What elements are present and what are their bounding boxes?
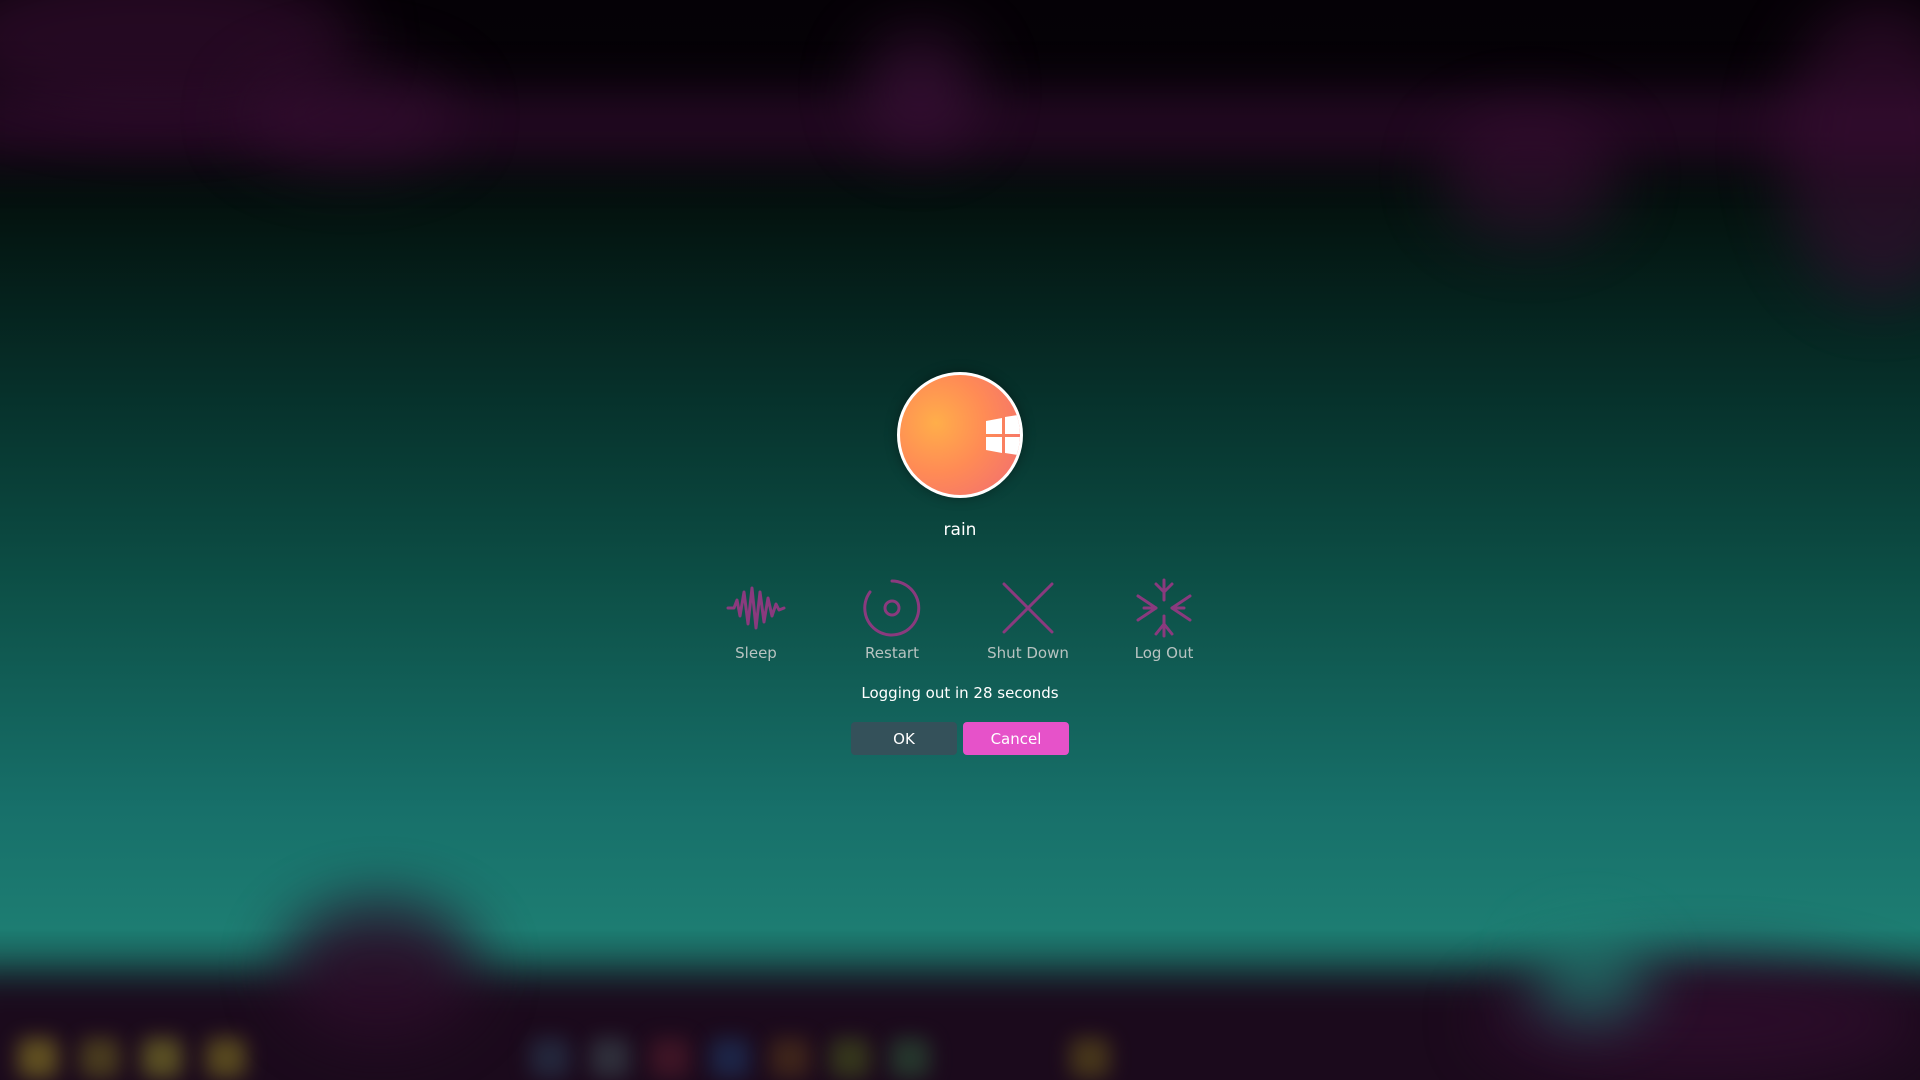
shutdown-label: Shut Down [987, 644, 1069, 662]
logout-dialog: rain Sleep Restart Shut Down Log Out Log… [0, 372, 1920, 755]
username: rain [943, 520, 977, 540]
wallpaper-blob [1440, 110, 1620, 240]
wallpaper-blob [280, 900, 480, 1040]
dock-item-blur [890, 1038, 930, 1078]
dock-item-blur [206, 1038, 246, 1078]
logout-burst-icon [1136, 578, 1192, 638]
dock-item-blur [142, 1038, 182, 1078]
dock-item-blur [18, 1038, 58, 1078]
countdown-status: Logging out in 28 seconds [861, 684, 1059, 702]
restart-icon [863, 579, 921, 637]
sleep-label: Sleep [735, 644, 777, 662]
user-avatar [897, 372, 1023, 498]
dock-item-blur [590, 1038, 630, 1078]
dialog-buttons: OK Cancel [851, 722, 1069, 755]
restart-action[interactable]: Restart [824, 578, 960, 662]
logout-label: Log Out [1134, 644, 1194, 662]
logout-screen: rain Sleep Restart Shut Down Log Out Log… [0, 0, 1920, 1080]
windows-logo-icon [986, 414, 1020, 456]
wallpaper-blob [1780, 0, 1920, 300]
power-actions: Sleep Restart Shut Down Log Out [688, 578, 1232, 662]
wallpaper-blob [860, 30, 980, 150]
logout-action[interactable]: Log Out [1096, 578, 1232, 662]
dock-item-blur [770, 1038, 810, 1078]
dock-item-blur [80, 1038, 120, 1078]
cancel-button[interactable]: Cancel [963, 722, 1069, 755]
dock-item-blur [1070, 1038, 1110, 1078]
dock-item-blur [650, 1038, 690, 1078]
sleep-wave-icon [726, 586, 786, 630]
dock-item-blur [530, 1038, 570, 1078]
sleep-action[interactable]: Sleep [688, 578, 824, 662]
shutdown-x-icon [1002, 582, 1054, 634]
dock-item-blur [710, 1038, 750, 1078]
restart-label: Restart [865, 644, 919, 662]
dock-item-blur [830, 1038, 870, 1078]
wallpaper-blob [240, 60, 460, 170]
ok-button[interactable]: OK [851, 722, 957, 755]
shutdown-action[interactable]: Shut Down [960, 578, 1096, 662]
wallpaper-blob [1530, 930, 1650, 1020]
